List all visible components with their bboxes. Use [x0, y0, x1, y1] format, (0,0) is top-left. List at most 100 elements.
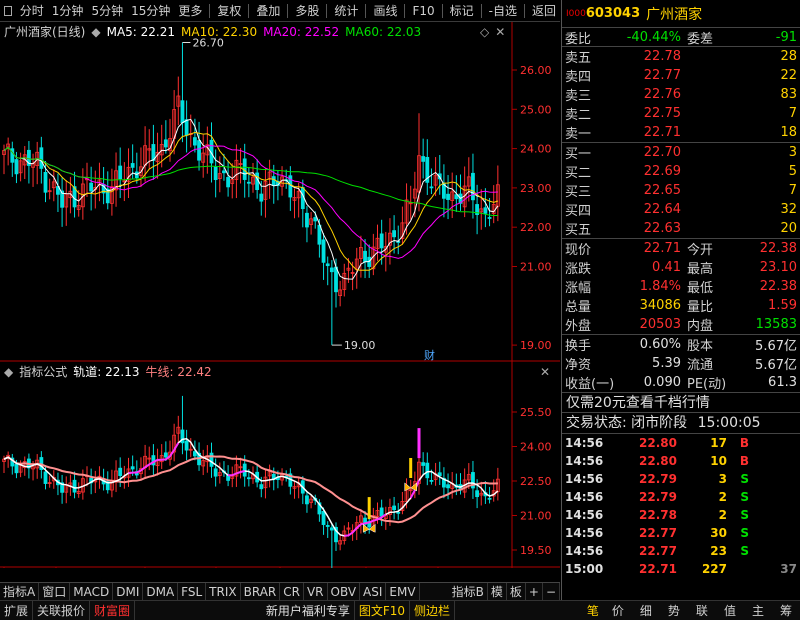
- candle-body: [43, 171, 48, 193]
- indicator-tab[interactable]: CR: [280, 582, 304, 601]
- order-book-row: 买二 22.69 5: [562, 162, 800, 181]
- period-tab[interactable]: 5分钟: [87, 0, 127, 22]
- panel-switch[interactable]: 笔: [582, 602, 604, 619]
- indicator-body: [321, 511, 326, 525]
- status-tool[interactable]: 侧边栏: [410, 600, 456, 620]
- stat-label: 量比: [687, 300, 714, 315]
- indicator-body: [421, 462, 426, 466]
- close-icon[interactable]: ✕: [495, 24, 505, 40]
- indicator-tab[interactable]: +: [526, 582, 543, 601]
- level2-promo[interactable]: 仅需20元查看千档行情: [562, 393, 800, 413]
- indicator-body: [396, 511, 401, 514]
- indicator-tab[interactable]: MACD: [70, 582, 114, 601]
- candle-body: [130, 163, 135, 168]
- stat-row: 总量 34086 量比 1.59: [562, 296, 800, 315]
- indicator-tab[interactable]: 模: [488, 582, 507, 601]
- panel-switch[interactable]: 联: [688, 602, 716, 619]
- chart-area[interactable]: 26.00 25.00 24.00 23.00 22.00 21.00 19.00 25.50…: [0, 22, 560, 582]
- indicator-tab[interactable]: BRAR: [241, 582, 281, 601]
- tick-volume: 23: [710, 544, 727, 558]
- toolbar-button[interactable]: 叠加: [252, 0, 284, 22]
- book-price: 22.75: [643, 106, 681, 121]
- tick-side: B: [739, 454, 749, 468]
- indicator-tab[interactable]: FSL: [178, 582, 207, 601]
- toolbar-button[interactable]: -自选: [485, 0, 521, 22]
- indicator-tab[interactable]: DMA: [143, 582, 179, 601]
- indicator-tick-label: 19.50: [520, 544, 552, 557]
- status-tab[interactable]: 关联报价: [33, 600, 91, 620]
- financial-report-badge[interactable]: 财: [424, 348, 435, 362]
- indicator-body: [392, 505, 397, 511]
- tick-price: 22.79: [639, 490, 677, 504]
- tick-side: S: [740, 544, 749, 558]
- panel-switch[interactable]: 筹: [772, 602, 800, 619]
- stat-label: 流通: [687, 358, 714, 373]
- book-price: 22.69: [643, 164, 681, 179]
- panel-switch[interactable]: 细: [632, 602, 660, 619]
- order-book-row: 卖三 22.76 83: [562, 85, 800, 104]
- period-tab[interactable]: 分时: [16, 0, 48, 22]
- indicator-tab[interactable]: EMV: [386, 582, 420, 601]
- book-label: 买一: [565, 147, 592, 162]
- indicator-body: [329, 527, 334, 531]
- indicator-tab[interactable]: VR: [304, 582, 328, 601]
- toolbar-button[interactable]: 统计: [330, 0, 362, 22]
- tick-price: 22.79: [639, 472, 677, 486]
- indicator-tab[interactable]: 指标A: [0, 582, 40, 601]
- stat-row: 收益(一) 0.090 PE(动) 61.3: [562, 373, 800, 392]
- toolbar-button[interactable]: 画线: [369, 0, 401, 22]
- toolbar-button[interactable]: 多股: [291, 0, 323, 22]
- tick-row: 14:56 22.80 17 B: [562, 434, 800, 452]
- candle-body: [379, 233, 384, 249]
- toolbar-button[interactable]: 复权: [213, 0, 245, 22]
- signal-bar: [409, 458, 413, 478]
- close-icon[interactable]: ✕: [540, 364, 550, 380]
- status-tool[interactable]: 图文F10: [355, 600, 411, 620]
- order-book-row: 卖二 22.75 7: [562, 104, 800, 123]
- indicator-tab[interactable]: 窗口: [39, 582, 71, 601]
- toolbar-button[interactable]: F10: [408, 0, 438, 22]
- panel-switch[interactable]: 值: [716, 602, 744, 619]
- period-tab[interactable]: 15分钟: [127, 0, 174, 22]
- indicator-tab[interactable]: OBV: [328, 582, 361, 601]
- period-tab[interactable]: 1分钟: [48, 0, 88, 22]
- stat-label: 最高: [687, 262, 714, 277]
- indicator-tab[interactable]: 板: [507, 582, 526, 601]
- indicator-tab[interactable]: 指标B: [449, 582, 488, 601]
- stat-row: 外盘 20503 内盘 13583: [562, 315, 800, 334]
- weibi-row: 委比 -40.44% 委差 -91: [562, 28, 800, 47]
- indicator-tab[interactable]: DMI: [113, 582, 144, 601]
- stat-value: 34086: [639, 298, 681, 313]
- stat-value: 23.10: [759, 260, 797, 275]
- indicator-tab[interactable]: TRIX: [206, 582, 241, 601]
- promo-link[interactable]: 新用户福利专享: [262, 600, 355, 620]
- toolbar-separator: [404, 3, 406, 18]
- settings-icon[interactable]: ◆: [91, 24, 100, 40]
- indicator-body: [209, 452, 214, 467]
- candle-body: [14, 159, 19, 175]
- status-tab[interactable]: 财富圈: [90, 600, 136, 620]
- period-tab[interactable]: 更多: [174, 0, 206, 22]
- tick-side: S: [740, 472, 749, 486]
- kline-chart-svg[interactable]: 26.00 25.00 24.00 23.00 22.00 21.00 19.00 25.50…: [0, 22, 560, 582]
- panel-switch[interactable]: 势: [660, 602, 688, 619]
- diamond-icon[interactable]: ◇: [480, 24, 489, 40]
- settings-icon[interactable]: ◆: [4, 364, 13, 380]
- stat-value: 0.41: [652, 260, 681, 275]
- window-toggle-icon[interactable]: [4, 5, 12, 16]
- main-chart-header: 广州酒家(日线) ◆ MA5: 22.21 MA10: 22.30 MA20: …: [4, 24, 427, 40]
- stat-value: 5.67亿: [755, 339, 797, 354]
- book-price: 22.71: [643, 125, 681, 140]
- tick-volume: 10: [710, 454, 727, 468]
- indicator-tab[interactable]: ASI: [360, 582, 387, 601]
- book-label: 买四: [565, 204, 592, 219]
- panel-switch[interactable]: 主: [744, 602, 772, 619]
- status-tab[interactable]: 扩展: [0, 600, 34, 620]
- code-prefix: I000: [566, 8, 586, 19]
- toolbar-button[interactable]: 标记: [446, 0, 478, 22]
- toolbar-button[interactable]: 返回: [528, 0, 560, 22]
- trade-state-time: 15:00:05: [697, 415, 761, 431]
- indicator-tab[interactable]: −: [543, 582, 560, 601]
- book-label: 买五: [565, 223, 592, 238]
- panel-switch[interactable]: 价: [604, 602, 632, 619]
